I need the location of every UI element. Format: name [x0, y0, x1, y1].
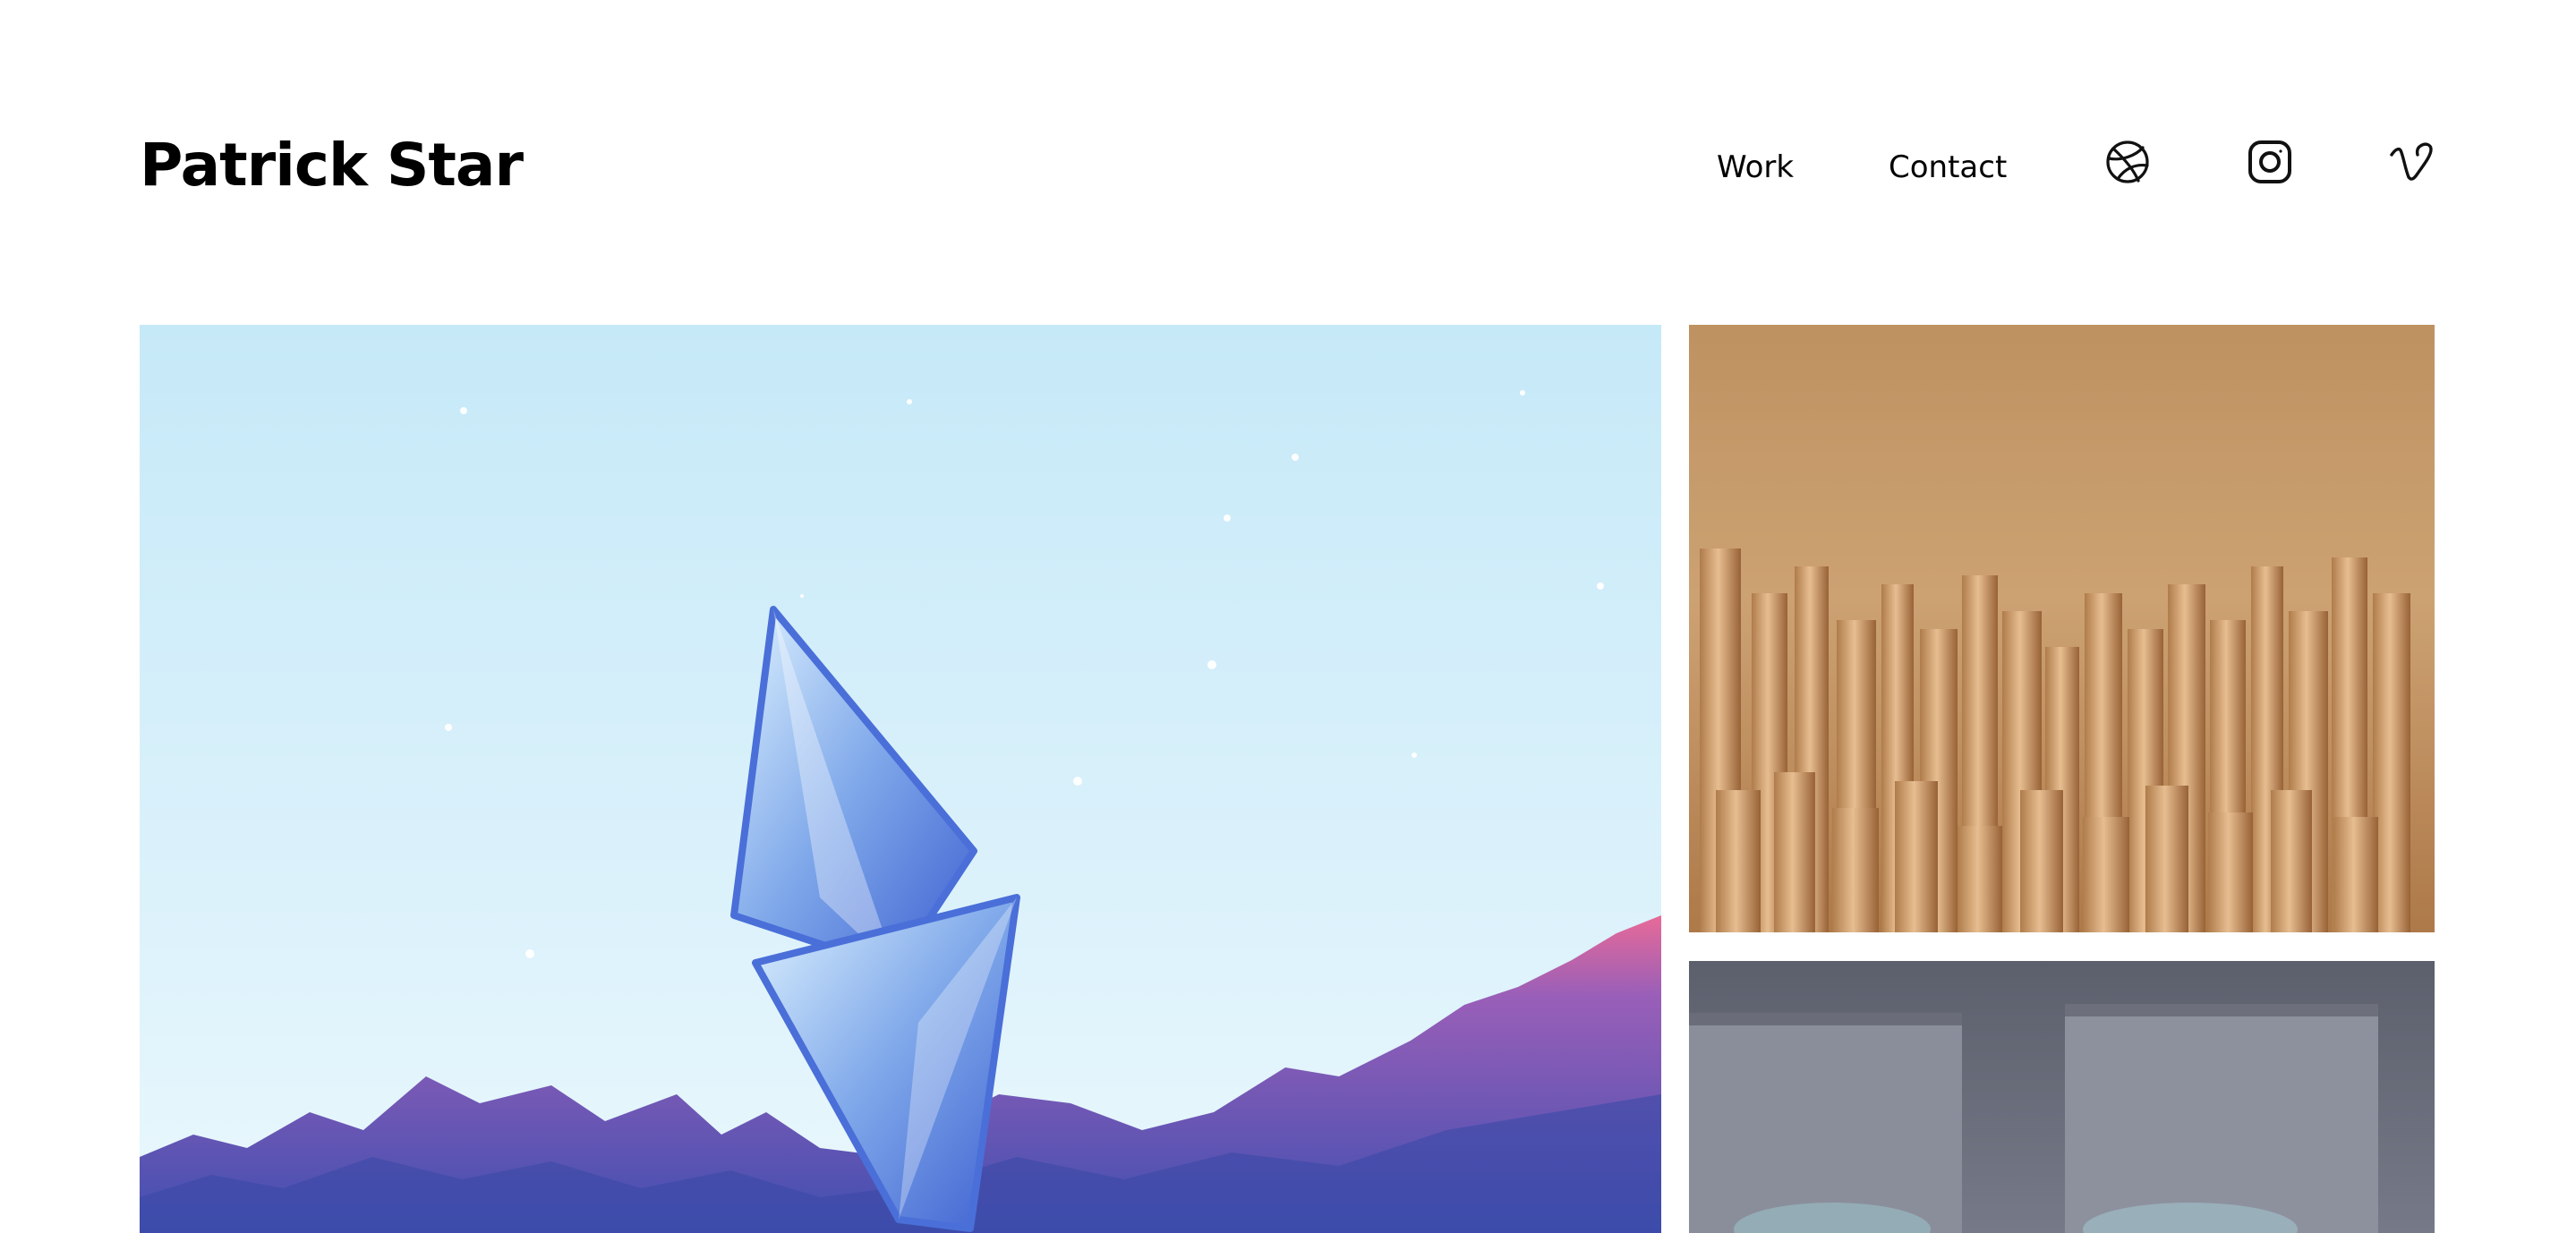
nav-contact-link[interactable]: Contact: [1889, 147, 2007, 188]
site-header: Patrick Star Work Contact: [0, 0, 2576, 325]
vimeo-icon: [2390, 142, 2433, 181]
site-title[interactable]: Patrick Star: [140, 125, 524, 206]
dribbble-link[interactable]: [2105, 140, 2150, 184]
gallery-item-crystal[interactable]: [140, 325, 1661, 1233]
room-artwork: [1689, 961, 2435, 1233]
instagram-link[interactable]: [2248, 140, 2292, 184]
crystal-artwork: [140, 325, 1661, 1233]
dribbble-icon: [2106, 140, 2149, 183]
instagram-icon: [2248, 140, 2291, 183]
nav-work-link[interactable]: Work: [1717, 147, 1794, 188]
gallery-item-room[interactable]: [1689, 961, 2435, 1233]
vimeo-link[interactable]: [2390, 140, 2435, 184]
columns-artwork: [1689, 325, 2435, 932]
gallery-item-columns[interactable]: [1689, 325, 2435, 932]
